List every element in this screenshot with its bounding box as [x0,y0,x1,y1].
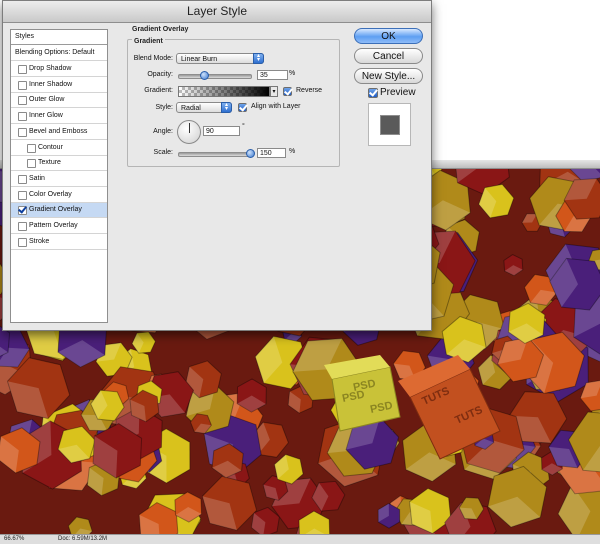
style-item-label: Inner Shadow [29,80,73,88]
style-value: Radial [181,105,201,112]
styles-header[interactable]: Styles [11,30,107,45]
style-item-label: Bevel and Emboss [29,127,88,135]
preview-checkbox[interactable] [368,88,378,98]
opacity-input[interactable]: 35 [257,70,288,80]
style-item-label: Gradient Overlay [29,206,82,214]
preview-label: Preview [380,87,416,98]
style-item-checkbox[interactable] [18,127,27,137]
updown-arrow-icon: ▴ ▾ [253,53,264,64]
style-item-label: Stroke [29,237,50,245]
style-item-drop-shadow[interactable]: Drop Shadow [11,62,107,77]
style-item-texture[interactable]: Texture [11,156,107,172]
style-item-checkbox[interactable] [27,143,36,153]
angle-needle [189,123,190,133]
styles-list: Styles Blending Options: Default Drop Sh… [10,29,108,323]
scale-unit: % [289,148,296,155]
style-item-stroke[interactable]: Stroke [11,235,107,250]
dialog-title: Layer Style [186,4,248,18]
style-item-label: Texture [38,159,61,167]
gradient-swatch[interactable] [178,86,270,97]
angle-unit: ° [242,123,245,130]
cancel-button[interactable]: Cancel [354,48,423,64]
style-item-contour[interactable]: Contour [11,141,107,156]
opacity-slider[interactable] [178,74,252,79]
style-item-checkbox[interactable] [18,80,27,90]
scale-input[interactable]: 150 [257,148,286,158]
style-item-checkbox[interactable] [18,206,27,216]
blending-options-label: Blending Options: Default [15,49,95,56]
style-item-satin[interactable]: Satin [11,172,107,187]
scale-slider-thumb[interactable] [246,149,255,158]
dialog-titlebar[interactable]: Layer Style [3,1,431,23]
new-style-button[interactable]: New Style... [354,68,423,84]
style-item-checkbox[interactable] [18,222,27,231]
style-item-checkbox[interactable] [18,96,27,106]
style-item-checkbox[interactable] [27,159,36,169]
angle-label: Angle: [153,128,173,135]
style-item-checkbox[interactable] [18,65,27,74]
reverse-checkbox[interactable] [283,87,292,96]
style-item-checkbox[interactable] [18,174,27,184]
scale-label: Scale: [153,149,173,156]
blend-mode-select[interactable]: Linear Burn ▴ ▾ [176,53,264,64]
layer-style-dialog: Layer Style Styles Blending Options: Def… [2,0,432,331]
panel-title: Gradient Overlay [132,26,189,33]
opacity-label: Opacity: [147,71,173,78]
blending-options-item[interactable]: Blending Options: Default [11,46,107,61]
gradient-group-label: Gradient [132,38,165,45]
style-item-label: Contour [38,143,63,151]
gradient-label: Gradient: [144,87,173,94]
style-item-inner-shadow[interactable]: Inner Shadow [11,78,107,93]
gradient-dropdown-arrow-icon[interactable]: ▾ [270,86,278,97]
scale-slider[interactable] [178,152,252,157]
style-preview [368,103,411,146]
zoom-level[interactable]: 66.67% [4,535,24,544]
document-status-bar: 66.67% Doc: 6.59M/13.2M [0,534,600,544]
updown-arrow-icon: ▴ ▾ [221,102,232,113]
style-item-label: Pattern Overlay [29,222,78,229]
style-item-label: Satin [29,174,45,182]
style-select[interactable]: Radial ▴ ▾ [176,102,232,113]
style-item-outer-glow[interactable]: Outer Glow [11,93,107,109]
style-label: Style: [155,104,173,111]
angle-dial[interactable] [177,120,201,144]
blend-mode-value: Linear Burn [181,56,218,63]
style-item-label: Drop Shadow [29,65,72,72]
style-item-checkbox[interactable] [18,112,27,122]
style-item-label: Outer Glow [29,96,65,104]
style-preview-swatch [380,115,400,135]
styles-header-label: Styles [15,33,35,40]
style-item-label: Inner Glow [29,112,63,120]
style-item-inner-glow[interactable]: Inner Glow [11,109,107,125]
angle-input[interactable]: 90 [203,126,240,136]
style-item-checkbox[interactable] [18,237,27,247]
ok-button[interactable]: OK [354,28,423,44]
style-item-checkbox[interactable] [18,190,27,200]
align-with-layer-label: Align with Layer [251,103,301,110]
opacity-unit: % [289,70,296,77]
style-item-gradient-overlay[interactable]: Gradient Overlay [11,203,107,219]
style-item-color-overlay[interactable]: Color Overlay [11,188,107,203]
doc-size-info[interactable]: Doc: 6.59M/13.2M [58,535,107,544]
style-item-label: Color Overlay [29,190,72,198]
align-with-layer-checkbox[interactable] [238,103,247,112]
style-item-pattern-overlay[interactable]: Pattern Overlay [11,219,107,234]
blend-mode-label: Blend Mode: [133,55,173,62]
reverse-label: Reverse [296,87,323,94]
style-item-bevel-and-emboss[interactable]: Bevel and Emboss [11,125,107,140]
